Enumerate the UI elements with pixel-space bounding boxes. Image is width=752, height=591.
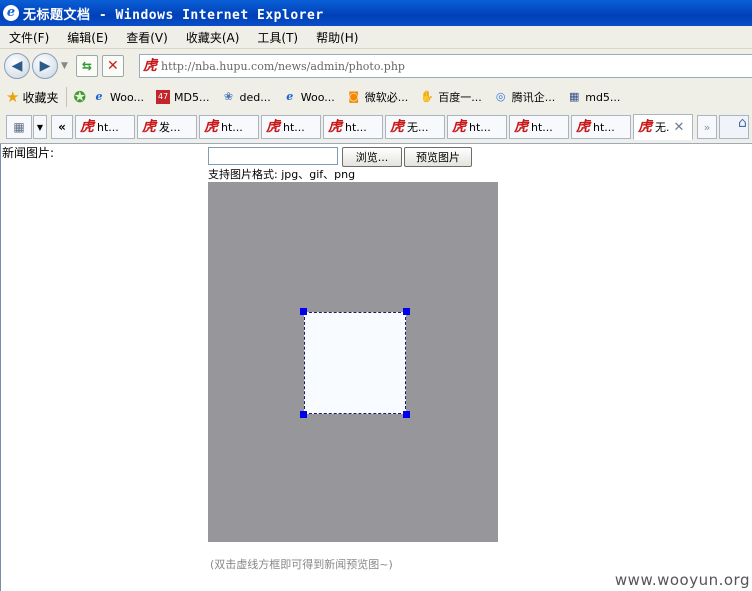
address-toolbar: ◀ ▶ ▼ ⇆ ✕ 虎 http://nba.hupu.com/news/adm… [0, 49, 752, 83]
menu-edit[interactable]: 编辑(E) [58, 29, 117, 46]
close-tab-icon[interactable]: ✕ [674, 120, 685, 135]
resize-handle-top-right[interactable] [403, 308, 410, 315]
favorite-link[interactable]: e Woo... [283, 90, 335, 104]
image-preview-area[interactable] [208, 182, 498, 542]
tab-bar: ▦ ▼ « 虎 ht... 虎发... 虎 ht... 虎 ht... 虎 ht... … [0, 111, 752, 144]
refresh-icon: ⇆ [81, 59, 92, 73]
forward-button[interactable]: ▶ [32, 53, 58, 79]
stop-button[interactable]: ✕ [101, 55, 124, 77]
add-favorite-icon[interactable]: ✪ [73, 88, 86, 106]
browser-tab[interactable]: 虎 ht... [447, 115, 507, 139]
hint-text: (双击虚线方框即可得到新闻预览图~) [210, 558, 393, 571]
address-url: http://nba.hupu.com/news/admin/photo.php [161, 59, 405, 73]
menu-bar: 文件(F) 编辑(E) 查看(V) 收藏夹(A) 工具(T) 帮助(H) [0, 26, 752, 49]
hupu-favicon-icon: 虎 [204, 119, 218, 135]
hupu-favicon-icon: 虎 [328, 119, 342, 135]
browser-tab[interactable]: 虎 ht... [199, 115, 259, 139]
tab-scroll-left-button[interactable]: « [51, 115, 73, 139]
ie-logo-icon: e [3, 5, 19, 21]
home-icon[interactable]: ⌂ [738, 115, 752, 135]
history-dropdown[interactable]: ▼ [61, 61, 68, 71]
menu-view[interactable]: 查看(V) [117, 29, 177, 46]
hupu-favicon-icon: 虎 [576, 119, 590, 135]
dede-icon: ❀ [223, 90, 234, 103]
watermark: www.wooyun.org [614, 571, 750, 589]
title-bar: e 无标题文档 - Windows Internet Explorer [0, 0, 752, 26]
hupu-favicon-icon: 虎 [266, 119, 280, 135]
grid-icon: ▦ [569, 90, 580, 103]
browse-button[interactable]: 浏览... [342, 147, 402, 167]
favorite-link[interactable]: ❀ ded... [222, 90, 271, 104]
browser-tab[interactable]: 虎 ht... [509, 115, 569, 139]
hupu-favicon-icon: 虎 [143, 58, 157, 74]
tab-scroll-right-button[interactable]: » [697, 115, 717, 139]
quick-tabs-button[interactable]: ▦ [6, 115, 32, 139]
resize-handle-top-left[interactable] [300, 308, 307, 315]
chevron-down-icon: ▼ [36, 122, 44, 132]
favorite-link[interactable]: ✋ 百度一... [420, 89, 481, 105]
favorite-link[interactable]: ▦ md5... [567, 90, 620, 104]
favorite-link[interactable]: ◎ 腾讯企... [494, 89, 555, 105]
tab-list-button[interactable]: ▼ [33, 115, 47, 139]
resize-handle-bottom-right[interactable] [403, 411, 410, 418]
favorites-bar: ★ 收藏夹 ✪ e Woo... 47 MD5... ❀ ded... e Woo...… [0, 83, 752, 112]
address-field[interactable]: 虎 http://nba.hupu.com/news/admin/photo.p… [139, 54, 752, 78]
resize-handle-bottom-left[interactable] [300, 411, 307, 418]
refresh-button[interactable]: ⇆ [75, 55, 98, 77]
browser-tab[interactable]: 虎发... [137, 115, 197, 139]
quick-tabs-icon: ▦ [13, 120, 25, 134]
arrow-right-icon: ▶ [39, 58, 51, 74]
baidu-icon: ✋ [420, 90, 435, 103]
crop-selection-box[interactable] [300, 308, 410, 418]
back-button[interactable]: ◀ [4, 53, 30, 79]
favorite-link[interactable]: ◙ 微软必... [347, 89, 408, 105]
browser-tab[interactable]: 虎无... [385, 115, 445, 139]
hupu-favicon-icon: 虎 [142, 119, 156, 135]
browser-tab-active[interactable]: 虎无. ✕ [633, 114, 693, 140]
menu-tools[interactable]: 工具(T) [248, 29, 307, 46]
close-icon: ✕ [107, 58, 119, 74]
ie-icon: e [95, 90, 103, 103]
browser-tab[interactable]: 虎 ht... [323, 115, 383, 139]
divider [0, 144, 1, 591]
supported-formats-text: 支持图片格式: jpg、gif、png [208, 168, 356, 181]
window-title: 无标题文档 - Windows Internet Explorer [23, 7, 324, 23]
favorite-link[interactable]: 47 MD5... [156, 90, 210, 104]
star-icon: ★ [6, 88, 20, 106]
divider [66, 87, 68, 107]
arrow-left-icon: ◀ [11, 58, 23, 74]
menu-help[interactable]: 帮助(H) [307, 29, 367, 46]
hupu-favicon-icon: 虎 [80, 119, 94, 135]
browser-tab[interactable]: 虎 ht... [75, 115, 135, 139]
file-path-input[interactable] [208, 147, 338, 165]
favorites-button[interactable]: 收藏夹 [22, 89, 58, 106]
qq-icon: ◎ [495, 90, 506, 103]
hupu-favicon-icon: 虎 [514, 119, 528, 135]
news-image-label: 新闻图片: [2, 146, 55, 160]
page-content: 新闻图片: 浏览... 预览图片 支持图片格式: jpg、gif、png (双击… [0, 144, 752, 591]
ie-icon: e [286, 90, 294, 103]
browser-tab[interactable]: 虎 ht... [571, 115, 631, 139]
hupu-favicon-icon: 虎 [638, 119, 652, 135]
preview-button[interactable]: 预览图片 [404, 147, 472, 167]
favorite-link[interactable]: e Woo... [92, 90, 145, 104]
hupu-favicon-icon: 虎 [452, 119, 466, 135]
md5-icon: 47 [156, 90, 171, 104]
ms-icon: ◙ [348, 90, 360, 103]
menu-favorites[interactable]: 收藏夹(A) [177, 29, 249, 46]
menu-file[interactable]: 文件(F) [0, 29, 58, 46]
hupu-favicon-icon: 虎 [390, 119, 404, 135]
browser-tab[interactable]: 虎 ht... [261, 115, 321, 139]
